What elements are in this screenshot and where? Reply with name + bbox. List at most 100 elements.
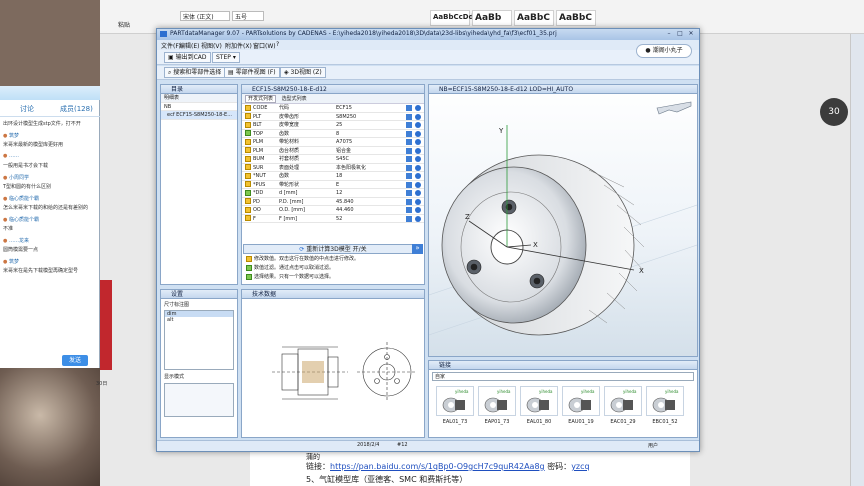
part-view-tab[interactable]: ▤ 零部件视图 (F) xyxy=(224,67,280,78)
info-icon[interactable] xyxy=(415,173,421,179)
dropdown-icon[interactable] xyxy=(406,207,412,213)
info-icon[interactable] xyxy=(415,105,421,111)
property-value[interactable]: 52 xyxy=(336,215,396,224)
dropdown-icon[interactable] xyxy=(406,173,412,179)
info-icon[interactable] xyxy=(415,190,421,196)
dimension-option[interactable]: alt xyxy=(165,317,233,323)
style-heading2[interactable]: AaBbC xyxy=(514,10,554,26)
part-thumbnail[interactable]: yiheda xyxy=(562,386,600,416)
collapse-icon[interactable]: » xyxy=(412,244,423,254)
property-marker-icon[interactable] xyxy=(245,206,251,213)
table-row[interactable]: BLT 皮带宽度 25 xyxy=(242,121,424,130)
index-row[interactable]: NB xyxy=(161,103,237,111)
dropdown-icon[interactable] xyxy=(406,122,412,128)
info-icon[interactable] xyxy=(415,139,421,145)
property-value[interactable]: S45C xyxy=(336,155,396,164)
property-marker-icon[interactable] xyxy=(245,121,251,128)
property-value[interactable]: E xyxy=(336,181,396,190)
minimize-icon[interactable]: – xyxy=(664,30,674,38)
chat-tab-members[interactable]: 成员(128) xyxy=(60,104,93,114)
font-size-select[interactable]: 五号 xyxy=(232,11,264,21)
export-cad-button[interactable]: ▣ 输出到CAD xyxy=(164,52,211,63)
property-value[interactable]: 本色阳极氧化 xyxy=(336,164,396,173)
property-value[interactable]: A7075 xyxy=(336,138,396,147)
table-row[interactable]: *NUT 齿数 18 xyxy=(242,172,424,181)
link-url[interactable]: https://pan.baidu.com/s/1qBp0-O9gcH7c9qu… xyxy=(330,462,545,471)
user-button[interactable]: ● 潮阁小丸子 xyxy=(636,44,692,58)
close-icon[interactable]: ✕ xyxy=(686,30,696,38)
table-row[interactable]: OO O.D. [mm] 44.460 xyxy=(242,206,424,215)
info-icon[interactable] xyxy=(415,147,421,154)
property-value[interactable]: 12 xyxy=(336,189,396,198)
info-icon[interactable] xyxy=(415,130,421,137)
property-marker-icon[interactable] xyxy=(245,138,251,145)
info-icon[interactable] xyxy=(415,198,421,205)
info-icon[interactable] xyxy=(415,181,421,188)
dropdown-icon[interactable] xyxy=(406,156,412,162)
property-marker-icon[interactable] xyxy=(245,164,251,170)
part-thumbnail[interactable]: yiheda xyxy=(436,386,474,416)
dropdown-icon[interactable] xyxy=(406,130,412,137)
table-row[interactable]: *DD d [mm] 12 xyxy=(242,189,424,198)
part-thumbnail[interactable]: yiheda xyxy=(478,386,516,416)
property-value[interactable]: 25 xyxy=(336,121,396,130)
3d-view-tab[interactable]: ◈ 3D视图 (Z) xyxy=(280,67,326,78)
style-title[interactable]: AaBbC xyxy=(556,10,596,26)
table-row[interactable]: F F [mm] 52 xyxy=(242,215,424,224)
property-marker-icon[interactable] xyxy=(245,113,251,119)
table-row[interactable]: CODE 代码 ECF15 xyxy=(242,104,424,113)
dropdown-icon[interactable] xyxy=(406,215,412,222)
menu-help[interactable]: ? xyxy=(276,41,279,48)
dropdown-icon[interactable] xyxy=(406,113,412,120)
dropdown-icon[interactable] xyxy=(406,198,412,205)
tab-select-list[interactable]: 选型式列表 xyxy=(280,96,309,102)
info-icon[interactable] xyxy=(415,207,421,213)
property-value[interactable]: 18 xyxy=(336,172,396,181)
3d-glasses-icon[interactable] xyxy=(655,100,693,116)
dropdown-icon[interactable] xyxy=(406,105,412,111)
chat-tab-discuss[interactable]: 讨论 xyxy=(20,104,34,114)
part-thumbnail[interactable]: yiheda xyxy=(520,386,558,416)
property-value[interactable]: S8M250 xyxy=(336,113,396,122)
table-row[interactable]: *PUS 带轮形状 E xyxy=(242,181,424,190)
paste-button[interactable]: 粘贴 xyxy=(118,20,130,29)
float-badge[interactable]: 30 xyxy=(820,98,848,126)
part-thumbnail[interactable]: yiheda xyxy=(646,386,684,416)
maximize-icon[interactable]: □ xyxy=(675,30,685,38)
table-row[interactable]: PLM 带轮材料 A7075 xyxy=(242,138,424,147)
dropdown-icon[interactable] xyxy=(406,147,412,154)
info-icon[interactable] xyxy=(415,156,421,162)
checkbox-checked-icon[interactable] xyxy=(245,189,251,196)
table-row[interactable]: PLM 齿台材质 铝合金 xyxy=(242,147,424,156)
property-marker-icon[interactable] xyxy=(245,104,251,111)
send-button[interactable]: 发送 xyxy=(62,355,88,366)
dropdown-icon[interactable] xyxy=(406,139,412,145)
property-marker-icon[interactable] xyxy=(245,172,251,179)
format-select[interactable]: STEP ▾ xyxy=(212,52,240,63)
style-normal[interactable]: AaBbCcDd xyxy=(430,10,474,26)
style-heading1[interactable]: AaBb xyxy=(472,10,512,26)
info-icon[interactable] xyxy=(415,215,421,222)
info-icon[interactable] xyxy=(415,164,421,171)
links-filter-select[interactable]: 自家 xyxy=(432,372,694,381)
dropdown-icon[interactable] xyxy=(406,181,412,188)
property-value[interactable]: 8 xyxy=(336,130,396,139)
property-value[interactable]: 铝合金 xyxy=(336,147,396,156)
table-row[interactable]: TOP 齿数 8 xyxy=(242,130,424,139)
property-marker-icon[interactable] xyxy=(245,215,251,221)
property-marker-icon[interactable] xyxy=(245,155,251,162)
info-icon[interactable] xyxy=(415,113,421,120)
search-select-tab[interactable]: ⌕ 搜索和零部件选择 xyxy=(164,67,226,78)
table-row[interactable]: SUR 表面处理 本色阳极氧化 xyxy=(242,164,424,173)
property-marker-icon[interactable] xyxy=(245,181,251,187)
table-row[interactable]: PLT 皮带齿形 S8M250 xyxy=(242,113,424,122)
property-value[interactable]: 44.460 xyxy=(336,206,396,215)
property-value[interactable]: ECF15 xyxy=(336,104,396,113)
table-row[interactable]: BUM 衬套材质 S45C xyxy=(242,155,424,164)
property-value[interactable]: 45.840 xyxy=(336,198,396,207)
property-marker-icon[interactable] xyxy=(245,147,251,153)
part-thumbnail[interactable]: yiheda xyxy=(604,386,642,416)
menu-view[interactable]: 视图(V) xyxy=(201,41,222,50)
table-row[interactable]: PD P.D. [mm] 45.840 xyxy=(242,198,424,207)
property-marker-icon[interactable] xyxy=(245,198,251,204)
